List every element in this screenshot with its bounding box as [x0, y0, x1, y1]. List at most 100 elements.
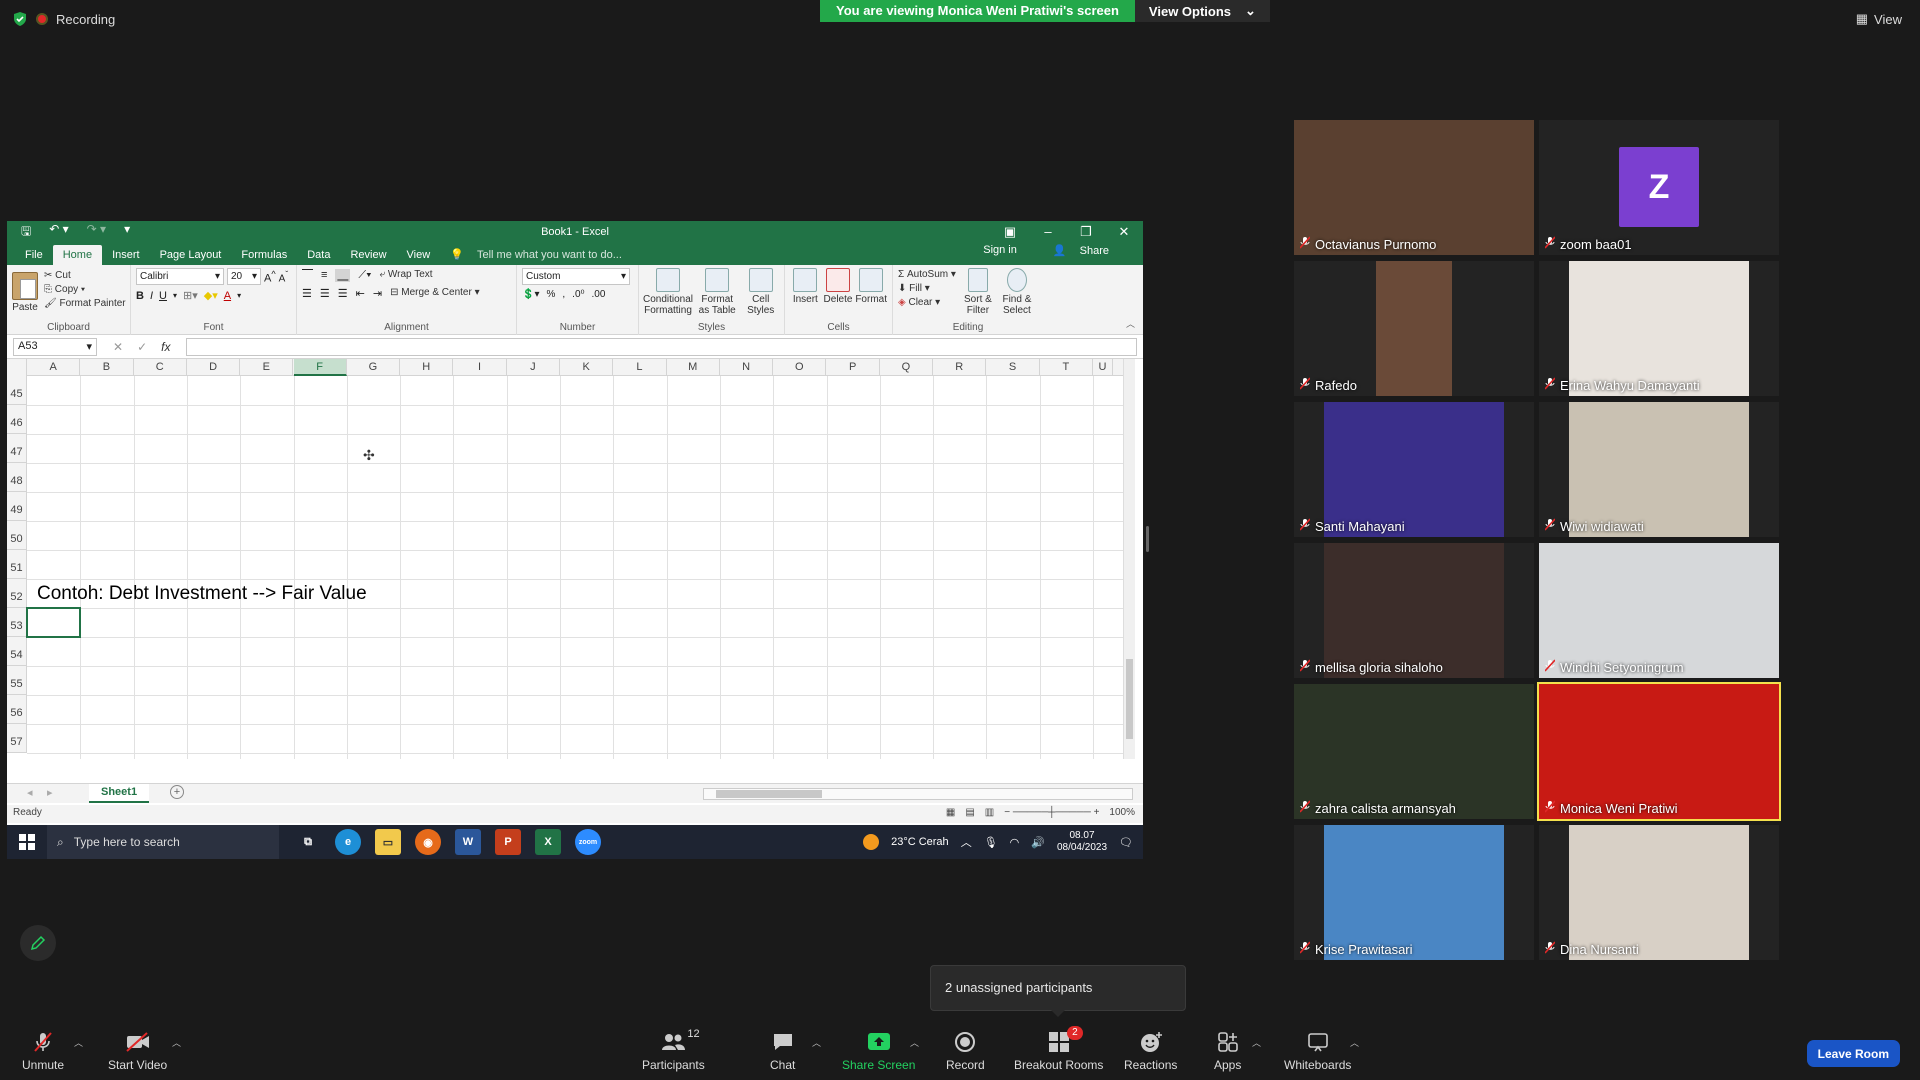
file-explorer-icon[interactable]: ▭	[375, 829, 401, 855]
zoom-slider[interactable]: − ─────┼───── +	[1004, 807, 1099, 818]
formula-input[interactable]	[186, 337, 1137, 356]
horizontal-scrollbar[interactable]	[703, 788, 1133, 800]
row-header-50[interactable]: 50	[7, 521, 27, 550]
participants-button[interactable]: 12 Participants	[642, 1028, 705, 1072]
tell-me-search[interactable]: 💡 Tell me what you want to do...	[440, 244, 642, 265]
merge-center-button[interactable]: ⊟ Merge & Center ▾	[390, 286, 480, 300]
font-size-dropdown[interactable]: 20 ▾	[227, 268, 261, 285]
vertical-scroll-thumb[interactable]	[1126, 659, 1133, 739]
row-header-55[interactable]: 55	[7, 666, 27, 695]
video-options-caret-icon[interactable]: ︿	[172, 1036, 181, 1049]
column-header-i[interactable]: I	[453, 359, 507, 376]
leave-room-button[interactable]: Leave Room	[1806, 1040, 1900, 1067]
active-cell-a53[interactable]	[26, 607, 82, 638]
cut-button[interactable]: ✂ Cut	[44, 269, 126, 283]
participant-tile[interactable]: Windhi Setyoningrum	[1539, 543, 1779, 678]
chevron-down-icon[interactable]: ▾	[173, 291, 177, 300]
row-header-49[interactable]: 49	[7, 492, 27, 521]
participant-tile[interactable]: zahra calista armansyah	[1294, 684, 1534, 819]
word-icon[interactable]: W	[455, 829, 481, 855]
column-header-g[interactable]: G	[347, 359, 401, 376]
participant-tile[interactable]: Santi Mahayani	[1294, 402, 1534, 537]
comma-style-icon[interactable]: ,	[562, 289, 565, 300]
whiteboards-button[interactable]: Whiteboards	[1284, 1030, 1351, 1072]
tab-insert[interactable]: Insert	[102, 245, 150, 265]
horizontal-scroll-thumb[interactable]	[716, 790, 822, 798]
chat-options-caret-icon[interactable]: ︿	[812, 1036, 821, 1049]
unmute-button[interactable]: Unmute	[22, 1030, 64, 1072]
view-button[interactable]: ▦ View	[1856, 11, 1902, 27]
view-options-button[interactable]: View Options ⌄	[1134, 0, 1270, 22]
decrease-font-size-icon[interactable]: Aˇ	[279, 269, 288, 284]
fill-color-icon[interactable]: ◆▾	[204, 289, 218, 302]
insert-function-icon[interactable]: fx	[161, 340, 170, 354]
shared-screen-excel[interactable]: 🖫 ↶ ▾ ↷ ▾ ▾ Book1 - Excel ▣ – ❐ ✕ File H…	[7, 221, 1143, 859]
fill-button[interactable]: ⬇ Fill ▾	[898, 282, 956, 296]
format-painter-button[interactable]: 🖌 Format Painter	[44, 297, 126, 311]
share-options-caret-icon[interactable]: ︿	[910, 1036, 919, 1049]
column-header-u[interactable]: U	[1093, 359, 1113, 376]
column-header-l[interactable]: L	[613, 359, 667, 376]
edge-browser-icon[interactable]: e	[335, 829, 361, 855]
italic-icon[interactable]: I	[150, 290, 153, 302]
customize-quick-access-icon[interactable]: ▾	[124, 222, 130, 243]
select-all-corner[interactable]	[7, 359, 27, 376]
tab-review[interactable]: Review	[340, 245, 396, 265]
column-header-n[interactable]: N	[720, 359, 774, 376]
firefox-icon[interactable]: ◉	[415, 829, 441, 855]
paste-button[interactable]: Paste	[12, 268, 38, 313]
speaker-icon[interactable]: 🔊	[1031, 836, 1045, 849]
notifications-icon[interactable]: 🗨	[1119, 836, 1133, 849]
column-header-d[interactable]: D	[187, 359, 241, 376]
zoom-app-icon[interactable]: zoom	[575, 829, 601, 855]
apps-button[interactable]: Apps	[1214, 1030, 1241, 1072]
participant-tile[interactable]: Krise Prawitasari	[1294, 825, 1534, 960]
normal-view-icon[interactable]: ▦	[946, 807, 955, 818]
collapse-ribbon-icon[interactable]: ︿	[1126, 317, 1135, 330]
row-header-56[interactable]: 56	[7, 695, 27, 724]
sheet-tab-sheet1[interactable]: Sheet1	[89, 784, 150, 803]
taskbar-search[interactable]: ⌕ Type here to search	[47, 825, 279, 859]
participant-tile[interactable]: Wiwi widiawati	[1539, 402, 1779, 537]
column-header-k[interactable]: K	[560, 359, 614, 376]
recording-indicator[interactable]: Recording	[12, 11, 115, 27]
underline-icon[interactable]: U	[159, 290, 167, 302]
save-icon[interactable]: 🖫	[21, 222, 31, 243]
zoom-level[interactable]: 100%	[1109, 807, 1135, 818]
breakout-rooms-button[interactable]: 2 Breakout Rooms	[1014, 1026, 1103, 1072]
decrease-decimal-icon[interactable]: .00	[592, 289, 606, 300]
column-header-c[interactable]: C	[134, 359, 187, 376]
row-header-48[interactable]: 48	[7, 463, 27, 492]
copy-button[interactable]: ⎘ Copy ▾	[44, 283, 126, 297]
tab-page-layout[interactable]: Page Layout	[150, 245, 232, 265]
undo-icon[interactable]: ↶ ▾	[49, 222, 68, 243]
sign-in-link[interactable]: Sign in	[973, 240, 1027, 261]
cancel-entry-icon[interactable]: ✕	[113, 340, 123, 354]
powerpoint-icon[interactable]: P	[495, 829, 521, 855]
windows-start-icon[interactable]	[7, 825, 47, 859]
row-header-51[interactable]: 51	[7, 550, 27, 579]
clear-button[interactable]: ◈ Clear ▾	[898, 296, 956, 310]
font-name-dropdown[interactable]: Calibri ▾	[136, 268, 224, 285]
percent-style-icon[interactable]: %	[546, 289, 555, 300]
participant-tile[interactable]: Dina Nursanti	[1539, 825, 1779, 960]
redo-icon[interactable]: ↷ ▾	[87, 222, 106, 243]
wifi-icon[interactable]: ◠	[1010, 836, 1020, 849]
tab-formulas[interactable]: Formulas	[231, 245, 297, 265]
row-header-52[interactable]: 52	[7, 579, 27, 608]
chat-button[interactable]: Chat	[770, 1030, 795, 1072]
row-header-57[interactable]: 57	[7, 724, 27, 753]
name-box[interactable]: A53 ▾	[13, 337, 97, 356]
row-header-53[interactable]: 53	[7, 608, 27, 637]
orientation-icon[interactable]: ⟋▾	[358, 269, 371, 282]
audio-options-caret-icon[interactable]: ︿	[74, 1036, 83, 1049]
participant-tile[interactable]: Erina Wahyu Damayanti	[1539, 261, 1779, 396]
number-format-dropdown[interactable]: Custom ▾	[522, 268, 630, 285]
share-button[interactable]: 👤 Share	[1043, 240, 1129, 261]
column-header-j[interactable]: J	[507, 359, 560, 376]
column-header-m[interactable]: M	[667, 359, 720, 376]
column-header-f[interactable]: F	[293, 359, 347, 376]
top-align-icon[interactable]: ⎺	[302, 269, 313, 282]
apps-options-caret-icon[interactable]: ︿	[1252, 1036, 1261, 1049]
column-header-b[interactable]: B	[80, 359, 134, 376]
